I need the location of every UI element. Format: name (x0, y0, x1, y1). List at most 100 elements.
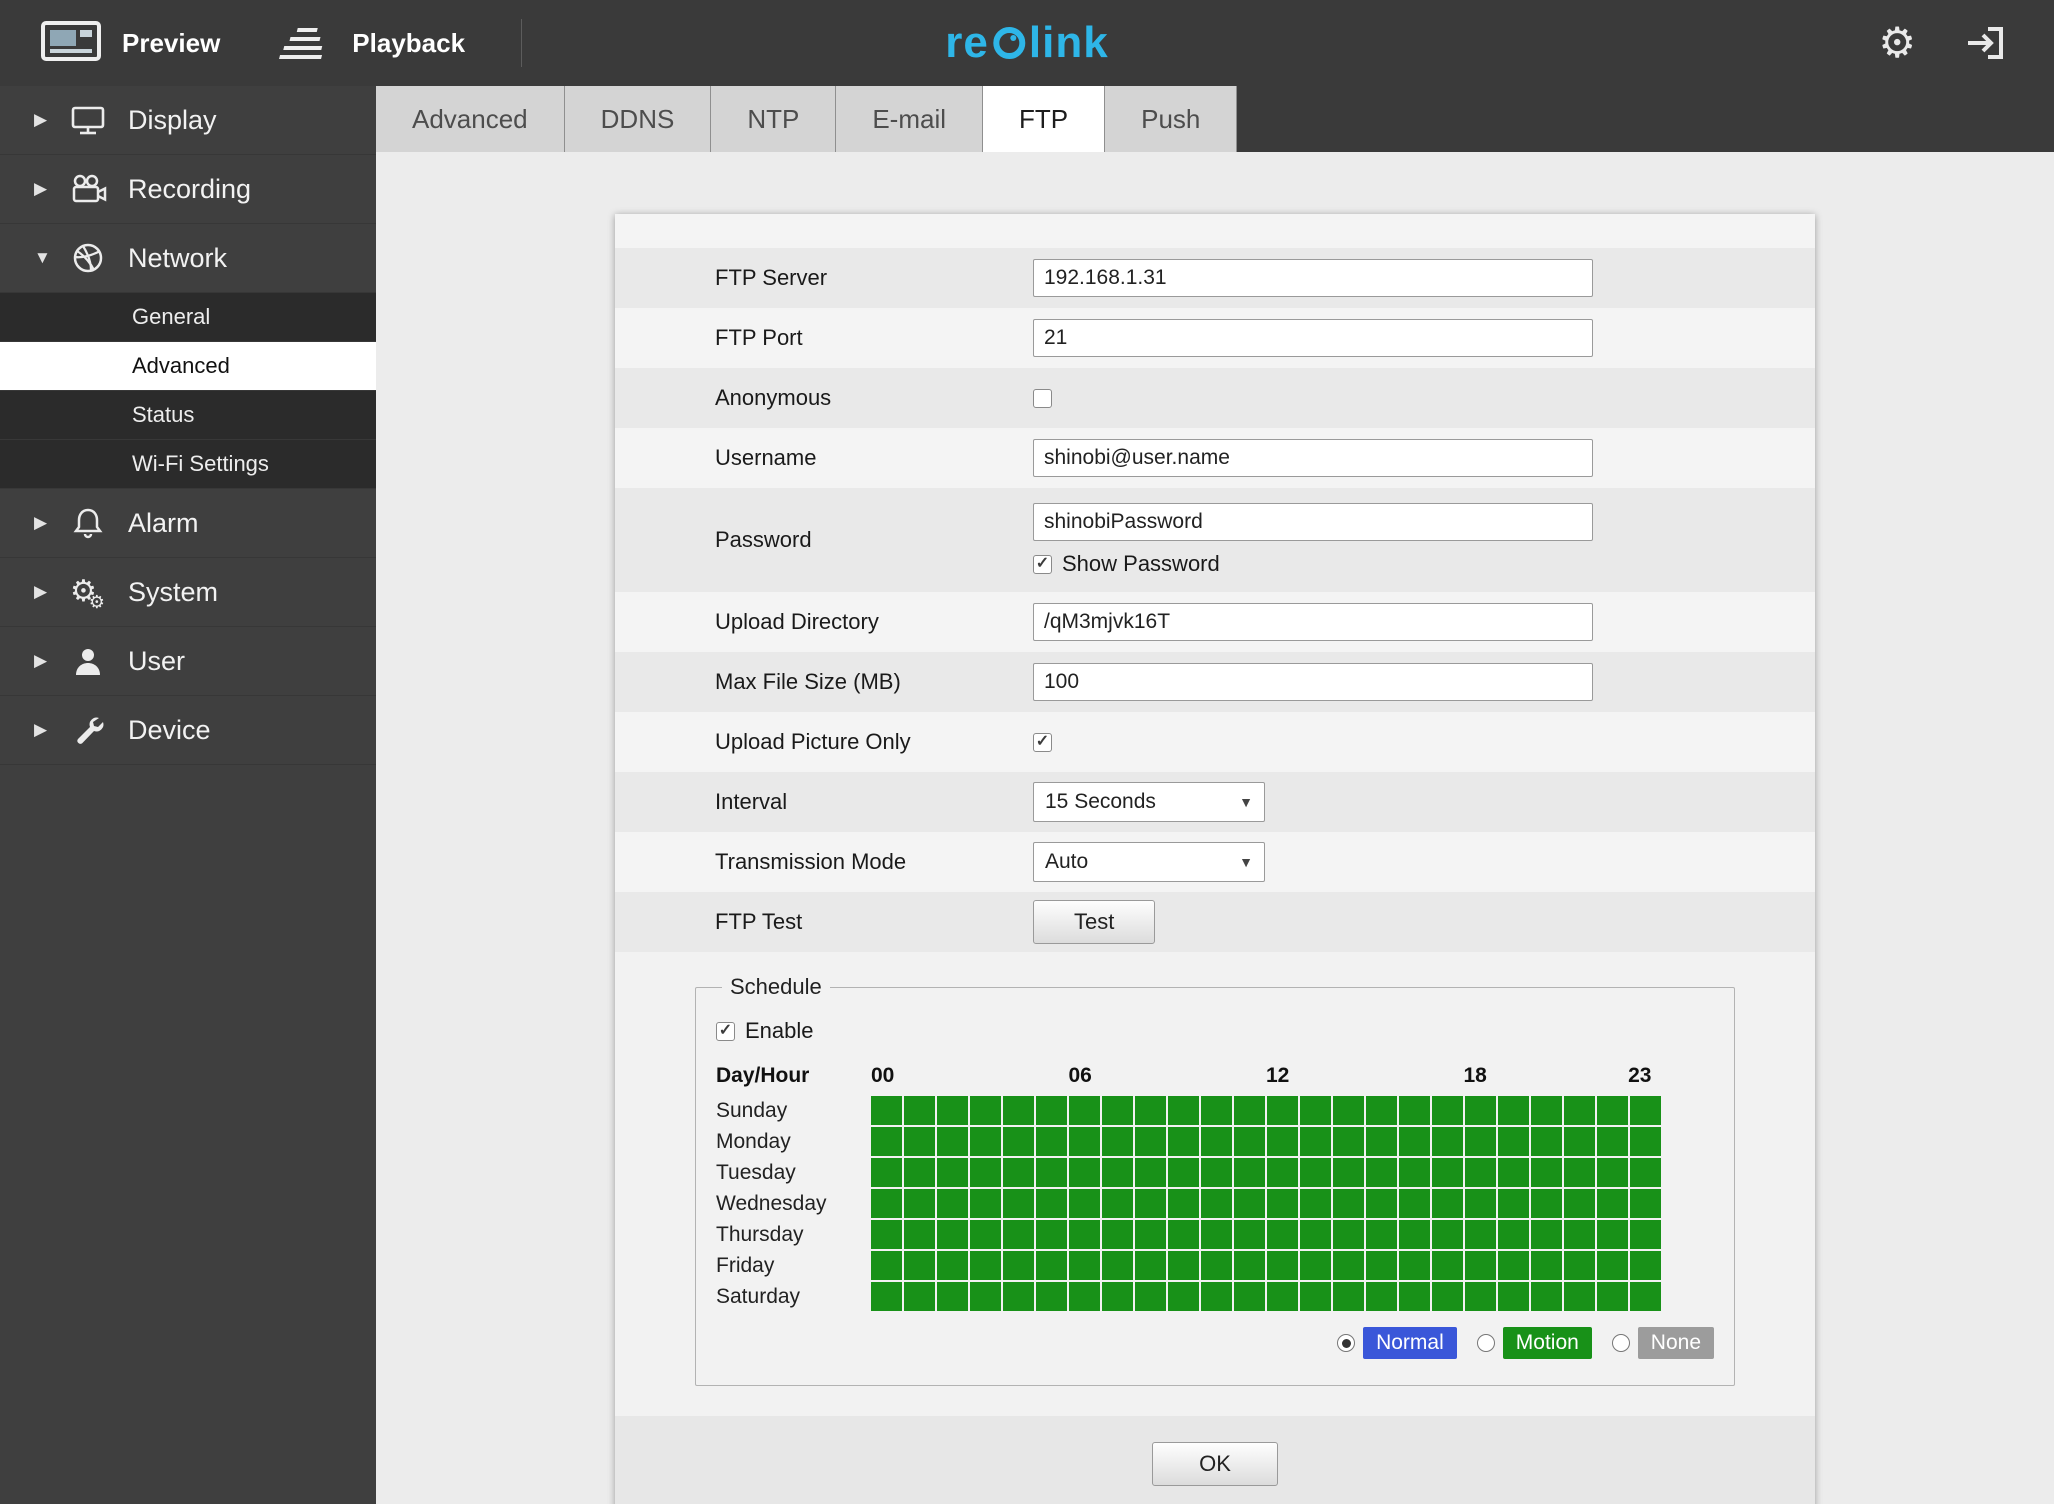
schedule-cell[interactable] (1597, 1251, 1628, 1280)
schedule-cell[interactable] (970, 1158, 1001, 1187)
schedule-cell[interactable] (1432, 1189, 1463, 1218)
schedule-cell[interactable] (1234, 1158, 1265, 1187)
schedule-cell[interactable] (1465, 1127, 1496, 1156)
schedule-cell[interactable] (1135, 1220, 1166, 1249)
nav-preview[interactable]: Preview (40, 0, 220, 86)
schedule-cell[interactable] (1069, 1189, 1100, 1218)
schedule-cell[interactable] (904, 1096, 935, 1125)
schedule-cell[interactable] (1465, 1096, 1496, 1125)
schedule-cell[interactable] (1333, 1251, 1364, 1280)
schedule-cell[interactable] (1630, 1096, 1661, 1125)
schedule-cell[interactable] (1201, 1096, 1232, 1125)
schedule-cell[interactable] (1564, 1282, 1595, 1311)
none-radio[interactable] (1611, 1334, 1630, 1352)
schedule-cell[interactable] (1300, 1096, 1331, 1125)
schedule-cell[interactable] (1498, 1220, 1529, 1249)
schedule-cell[interactable] (1069, 1127, 1100, 1156)
schedule-cell[interactable] (1102, 1096, 1133, 1125)
interval-select[interactable]: 15 Seconds ▼ (1033, 782, 1265, 822)
schedule-cell[interactable] (1630, 1220, 1661, 1249)
schedule-cell[interactable] (1597, 1158, 1628, 1187)
sidebar-item-advanced[interactable]: Advanced (0, 342, 376, 391)
schedule-cell[interactable] (1003, 1096, 1034, 1125)
upload-picture-only-checkbox[interactable]: ✓ (1033, 732, 1052, 752)
tab-ftp[interactable]: FTP (983, 86, 1106, 152)
schedule-cell[interactable] (1267, 1282, 1298, 1311)
schedule-cell[interactable] (1234, 1127, 1265, 1156)
schedule-cell[interactable] (970, 1220, 1001, 1249)
schedule-cell[interactable] (1069, 1096, 1100, 1125)
schedule-cell[interactable] (904, 1127, 935, 1156)
schedule-cell[interactable] (1366, 1251, 1397, 1280)
schedule-cell[interactable] (1399, 1251, 1430, 1280)
schedule-cell[interactable] (1234, 1251, 1265, 1280)
schedule-cell[interactable] (1399, 1189, 1430, 1218)
schedule-cell[interactable] (1168, 1220, 1199, 1249)
schedule-cell[interactable] (1432, 1282, 1463, 1311)
schedule-cell[interactable] (1399, 1282, 1430, 1311)
schedule-cell[interactable] (1366, 1096, 1397, 1125)
tab-push[interactable]: Push (1105, 86, 1238, 152)
schedule-cell[interactable] (1234, 1220, 1265, 1249)
schedule-cell[interactable] (1465, 1220, 1496, 1249)
schedule-cell[interactable] (1168, 1158, 1199, 1187)
schedule-cell[interactable] (1300, 1127, 1331, 1156)
schedule-cell[interactable] (1366, 1127, 1397, 1156)
schedule-cell[interactable] (871, 1189, 902, 1218)
schedule-cell[interactable] (1201, 1251, 1232, 1280)
schedule-cell[interactable] (1168, 1127, 1199, 1156)
schedule-cell[interactable] (1300, 1251, 1331, 1280)
schedule-cell[interactable] (1267, 1251, 1298, 1280)
schedule-cell[interactable] (1465, 1251, 1496, 1280)
schedule-cell[interactable] (871, 1127, 902, 1156)
schedule-cell[interactable] (904, 1251, 935, 1280)
sidebar-item-general[interactable]: General (0, 293, 376, 342)
schedule-cell[interactable] (1135, 1158, 1166, 1187)
schedule-cell[interactable] (1465, 1282, 1496, 1311)
show-password-checkbox[interactable]: ✓ (1033, 554, 1052, 574)
schedule-cell[interactable] (1531, 1158, 1562, 1187)
max-file-size-input[interactable] (1033, 663, 1593, 701)
anonymous-checkbox[interactable]: ✓ (1033, 388, 1052, 408)
schedule-enable-checkbox[interactable]: ✓ (716, 1021, 735, 1041)
schedule-cell[interactable] (1234, 1282, 1265, 1311)
schedule-cell[interactable] (1630, 1251, 1661, 1280)
schedule-cell[interactable] (1399, 1096, 1430, 1125)
schedule-cell[interactable] (1630, 1189, 1661, 1218)
schedule-cell[interactable] (1564, 1251, 1595, 1280)
schedule-cell[interactable] (1333, 1282, 1364, 1311)
schedule-cell[interactable] (1597, 1220, 1628, 1249)
schedule-cell[interactable] (937, 1189, 968, 1218)
schedule-cell[interactable] (937, 1282, 968, 1311)
schedule-cell[interactable] (1234, 1189, 1265, 1218)
tab-email[interactable]: E-mail (836, 86, 983, 152)
logout-icon[interactable] (1964, 24, 2006, 62)
schedule-cell[interactable] (1498, 1282, 1529, 1311)
schedule-cell[interactable] (1366, 1158, 1397, 1187)
schedule-cell[interactable] (1333, 1158, 1364, 1187)
schedule-cell[interactable] (1036, 1127, 1067, 1156)
schedule-cell[interactable] (1003, 1220, 1034, 1249)
schedule-cell[interactable] (1498, 1158, 1529, 1187)
schedule-cell[interactable] (1036, 1282, 1067, 1311)
schedule-cell[interactable] (1531, 1096, 1562, 1125)
schedule-cell[interactable] (937, 1096, 968, 1125)
schedule-cell[interactable] (1564, 1096, 1595, 1125)
schedule-cell[interactable] (871, 1158, 902, 1187)
none-badge[interactable]: None (1637, 1327, 1714, 1359)
schedule-cell[interactable] (937, 1127, 968, 1156)
schedule-cell[interactable] (1102, 1127, 1133, 1156)
schedule-cell[interactable] (1003, 1282, 1034, 1311)
motion-badge[interactable]: Motion (1502, 1327, 1592, 1359)
schedule-cell[interactable] (1069, 1220, 1100, 1249)
schedule-cell[interactable] (1234, 1096, 1265, 1125)
schedule-cell[interactable] (1300, 1220, 1331, 1249)
transmission-mode-select[interactable]: Auto ▼ (1033, 842, 1265, 882)
schedule-cell[interactable] (1135, 1127, 1166, 1156)
username-input[interactable] (1033, 439, 1593, 477)
schedule-cell[interactable] (1564, 1127, 1595, 1156)
schedule-cell[interactable] (1135, 1282, 1166, 1311)
schedule-cell[interactable] (1069, 1158, 1100, 1187)
schedule-cell[interactable] (1069, 1282, 1100, 1311)
schedule-cell[interactable] (1036, 1251, 1067, 1280)
